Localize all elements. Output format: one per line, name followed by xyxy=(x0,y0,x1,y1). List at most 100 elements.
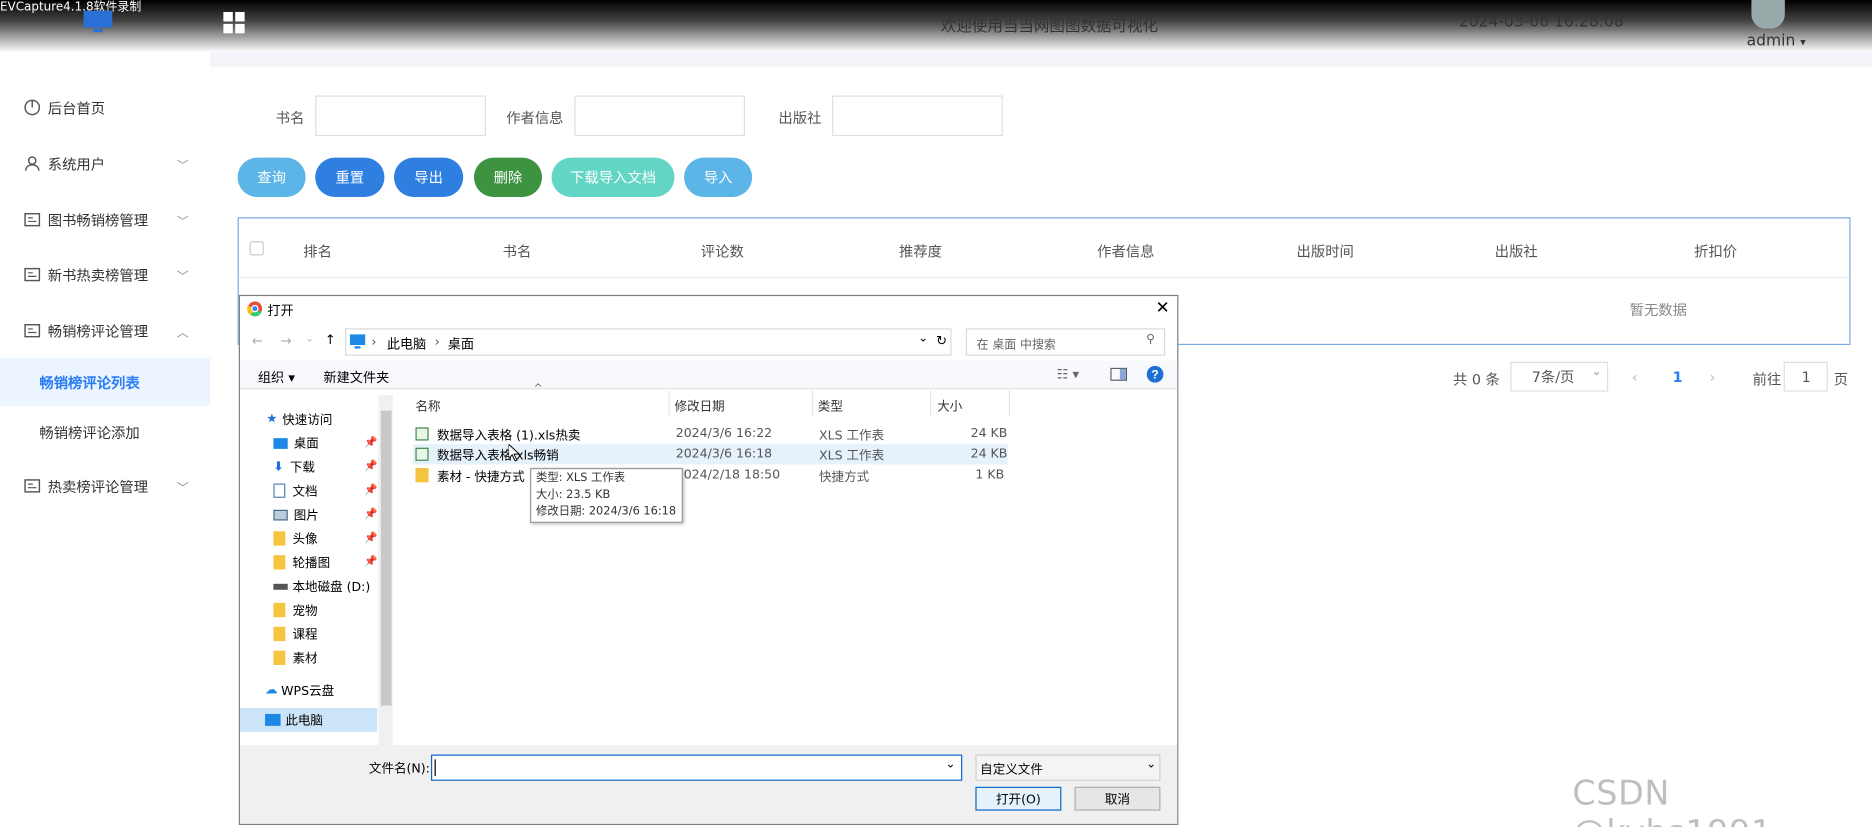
address-bar[interactable]: › 此电脑 › 桌面 ⌄ ↻ xyxy=(345,328,952,356)
breadcrumb-item[interactable]: 此电脑 xyxy=(387,334,426,353)
shortcut-icon xyxy=(415,468,429,483)
view-options-icon[interactable]: ☷ ▾ xyxy=(1057,367,1080,383)
column-header-name[interactable]: 名称 xyxy=(415,398,440,416)
filename-input[interactable]: ⌄ xyxy=(430,754,963,781)
preview-pane-icon[interactable] xyxy=(1110,367,1128,381)
column-header: 出版时间 xyxy=(1296,243,1354,261)
close-icon[interactable]: ✕ xyxy=(1156,298,1170,317)
top-bar: EVCapture4.1.8软件录制 欢迎使用当当网图图数据可视化 2024-0… xyxy=(0,0,1872,53)
download-template-button[interactable]: 下载导入文档 xyxy=(551,157,675,197)
column-header: 折扣价 xyxy=(1694,243,1738,261)
sidebar-item-hot-comments[interactable]: 热卖榜评论管理 ﹀ xyxy=(0,462,210,510)
sidebar-item-new-hot-management[interactable]: 新书热卖榜管理 ﹀ xyxy=(0,251,210,299)
page-number[interactable]: 1 xyxy=(1673,369,1683,386)
sidebar-item-dashboard[interactable]: 后台首页 xyxy=(0,84,210,132)
empty-state-text: 暂无数据 xyxy=(1629,302,1687,319)
chevron-down-icon[interactable]: ⌄ xyxy=(918,332,928,345)
open-button[interactable]: 打开(O) xyxy=(975,786,1062,811)
chevron-down-icon[interactable]: ⌄ xyxy=(946,758,956,771)
excel-file-icon xyxy=(415,447,429,461)
file-row[interactable]: 数据导入表格 (1).xls热卖 2024/3/6 16:22 XLS 工作表 … xyxy=(413,424,1008,444)
pin-icon: 📌 xyxy=(364,508,378,521)
back-icon[interactable]: ← xyxy=(252,333,263,349)
chevron-up-icon: ︿ xyxy=(176,326,189,340)
file-row[interactable]: 数据导入表格.xls畅销 2024/3/6 16:18 XLS 工作表 24 K… xyxy=(413,444,1008,465)
nav-item-documents[interactable]: 文档 📌 xyxy=(240,479,378,503)
delete-button[interactable]: 删除 xyxy=(473,157,543,197)
chevron-down-icon: ⌄ xyxy=(1146,758,1157,772)
select-all-checkbox[interactable] xyxy=(249,241,264,256)
nav-item-desktop[interactable]: 桌面 📌 xyxy=(240,431,378,455)
nav-item-avatar-folder[interactable]: 头像 📌 xyxy=(240,527,378,551)
file-date: 2024/2/18 18:50 xyxy=(675,468,781,483)
sidebar-subitem-comment-list[interactable]: 畅销榜评论列表 xyxy=(0,358,211,406)
up-folder-icon[interactable]: ↑ xyxy=(325,332,336,348)
nav-item-this-pc[interactable]: 此电脑 xyxy=(239,707,378,732)
user-menu[interactable]: admin ▾ xyxy=(1747,32,1806,50)
mouse-cursor-icon xyxy=(508,444,521,462)
pin-icon: 📌 xyxy=(364,532,378,545)
avatar[interactable] xyxy=(1751,0,1785,29)
chevron-down-icon: ▾ xyxy=(1800,37,1806,49)
sidebar-item-system-users[interactable]: 系统用户 ﹀ xyxy=(0,140,210,188)
nav-item-quick-access[interactable]: ★ 快速访问 xyxy=(240,407,377,431)
sidebar-item-bestseller-comments[interactable]: 畅销榜评论管理 ︿ xyxy=(0,307,210,355)
nav-item-pets-folder[interactable]: 宠物 xyxy=(240,598,377,622)
nav-item-downloads[interactable]: ⬇ 下载 📌 xyxy=(240,455,377,479)
publisher-label: 出版社 xyxy=(778,109,822,127)
publisher-input[interactable] xyxy=(832,95,1003,137)
export-button[interactable]: 导出 xyxy=(393,157,464,197)
author-info-input[interactable] xyxy=(574,95,745,137)
cancel-button[interactable]: 取消 xyxy=(1074,786,1161,811)
sidebar-item-bestseller-management[interactable]: 图书畅销榜管理 ﹀ xyxy=(0,196,210,244)
nav-item-wps-cloud[interactable]: ☁ WPS云盘 xyxy=(240,678,377,702)
organize-button[interactable]: 组织 ▾ xyxy=(258,368,295,387)
page-size-select[interactable]: 7条/页 ⌄ xyxy=(1510,361,1609,392)
nav-item-local-disk-d[interactable]: 本地磁盘 (D:) xyxy=(240,574,377,598)
nav-item-carousel-folder[interactable]: 轮播图 📌 xyxy=(240,550,378,574)
next-page-icon[interactable]: › xyxy=(1710,369,1716,386)
cloud-icon: ☁ xyxy=(265,682,278,698)
import-button[interactable]: 导入 xyxy=(684,157,753,197)
nav-item-courses-folder[interactable]: 课程 xyxy=(240,622,377,646)
new-folder-button[interactable]: 新建文件夹 xyxy=(324,368,390,387)
prev-page-icon[interactable]: ‹ xyxy=(1632,369,1638,386)
breadcrumb-item[interactable]: 桌面 xyxy=(448,334,474,353)
column-header-type[interactable]: 类型 xyxy=(818,398,843,416)
nav-item-label: 宠物 xyxy=(292,603,318,618)
nav-item-label: 此电脑 xyxy=(285,713,323,728)
chrome-icon xyxy=(247,301,263,317)
watermark: CSDN @kybs1991 xyxy=(1572,773,1772,827)
nav-item-label: 头像 xyxy=(292,531,318,547)
file-row[interactable]: 素材 - 快捷方式 2024/2/18 18:50 快捷方式 1 KB xyxy=(413,466,1008,486)
nav-item-materials-folder[interactable]: 素材 xyxy=(240,646,377,670)
navigation-pane: ★ 快速访问 桌面 📌 ⬇ 下载 📌 文档 📌 图片 📌 头像 📌 轮播图 📌 本地磁盘 (D:… xyxy=(239,390,392,744)
recent-locations-icon[interactable]: ⌄ xyxy=(306,333,314,344)
pin-icon: 📌 xyxy=(364,460,378,473)
search-input[interactable]: 在 桌面 中搜索 ⚲ xyxy=(965,328,1166,356)
list-icon xyxy=(24,324,41,338)
nav-scrollbar-thumb[interactable] xyxy=(380,410,392,706)
goto-page-input[interactable]: 1 xyxy=(1783,361,1828,392)
sidebar-item-label: 热卖榜评论管理 xyxy=(47,478,149,495)
book-name-input[interactable] xyxy=(315,95,486,137)
column-header-size[interactable]: 大小 xyxy=(937,398,962,416)
chevron-down-icon: ﹀ xyxy=(176,215,189,229)
forward-icon[interactable]: → xyxy=(281,333,292,349)
nav-item-pictures[interactable]: 图片 📌 xyxy=(240,503,378,527)
column-header-date[interactable]: 修改日期 xyxy=(675,398,725,416)
sidebar-subitem-comment-add[interactable]: 畅销榜评论添加 xyxy=(0,408,210,456)
monitor-logo-icon xyxy=(83,10,113,33)
refresh-icon[interactable]: ↻ xyxy=(936,333,947,349)
menu-grid-icon[interactable] xyxy=(223,11,245,34)
breadcrumb-separator: › xyxy=(434,334,440,350)
help-icon[interactable]: ? xyxy=(1146,365,1164,383)
reset-button[interactable]: 重置 xyxy=(315,157,385,197)
sidebar: 后台首页 系统用户 ﹀ 图书畅销榜管理 ﹀ 新书热卖榜管理 ﹀ 畅销榜评论管理 … xyxy=(0,52,211,827)
filetype-select[interactable]: 自定义文件 ⌄ xyxy=(975,754,1161,781)
column-divider xyxy=(811,390,814,417)
column-divider xyxy=(668,390,670,417)
list-icon xyxy=(24,267,41,282)
folder-icon xyxy=(273,531,286,546)
query-button[interactable]: 查询 xyxy=(237,157,306,197)
